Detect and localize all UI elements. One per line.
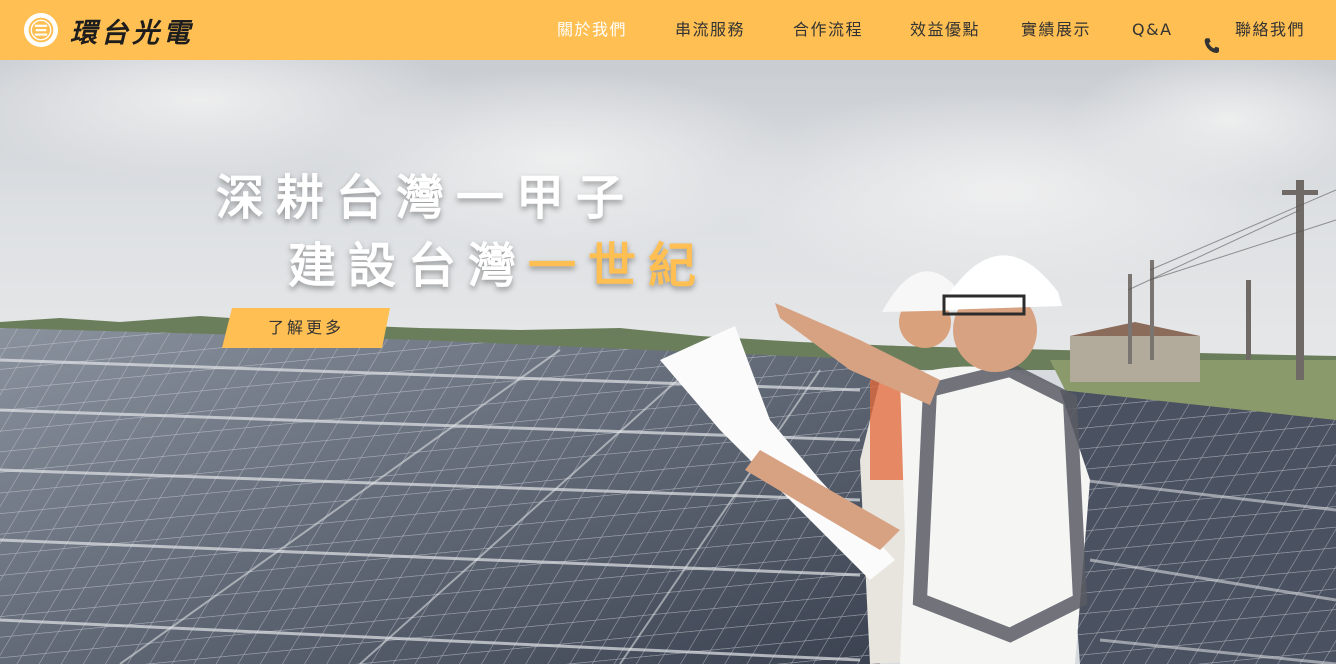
nav-item-benefits[interactable]: 效益優點: [910, 0, 980, 60]
learn-more-button[interactable]: 了解更多: [222, 308, 390, 348]
nav-item-portfolio[interactable]: 實績展示: [1021, 0, 1091, 60]
hero-headline-line2: 建設台灣一世紀: [288, 226, 708, 296]
headline-line2-main: 建設台灣: [288, 238, 529, 294]
hero-photo: [0, 60, 1336, 664]
nav-item-process[interactable]: 合作流程: [793, 0, 863, 60]
phone-icon: [1203, 20, 1221, 54]
learn-more-label: 了解更多: [267, 318, 344, 337]
nav-item-about[interactable]: 關於我們: [557, 0, 627, 60]
site-header: 環台光電 關於我們 串流服務 合作流程 效益優點 實績展示 Q&A 聯絡我們: [0, 0, 1336, 60]
contact-label: 聯絡我們: [1235, 20, 1306, 39]
hero-banner: 深耕台灣一甲子 建設台灣一世紀 了解更多: [0, 60, 1336, 664]
hero-headline-line1: 深耕台灣一甲子: [216, 170, 637, 226]
nav-item-streaming[interactable]: 串流服務: [675, 0, 745, 60]
nav-item-contact[interactable]: 聯絡我們: [1203, 0, 1305, 60]
headline-line2-accent: 一世紀: [528, 238, 709, 294]
nav-item-qa[interactable]: Q&A: [1132, 0, 1173, 60]
main-nav: 關於我們 串流服務 合作流程 效益優點 實績展示 Q&A 聯絡我們: [0, 0, 1336, 60]
page: 環台光電 關於我們 串流服務 合作流程 效益優點 實績展示 Q&A 聯絡我們 深…: [0, 0, 1336, 664]
